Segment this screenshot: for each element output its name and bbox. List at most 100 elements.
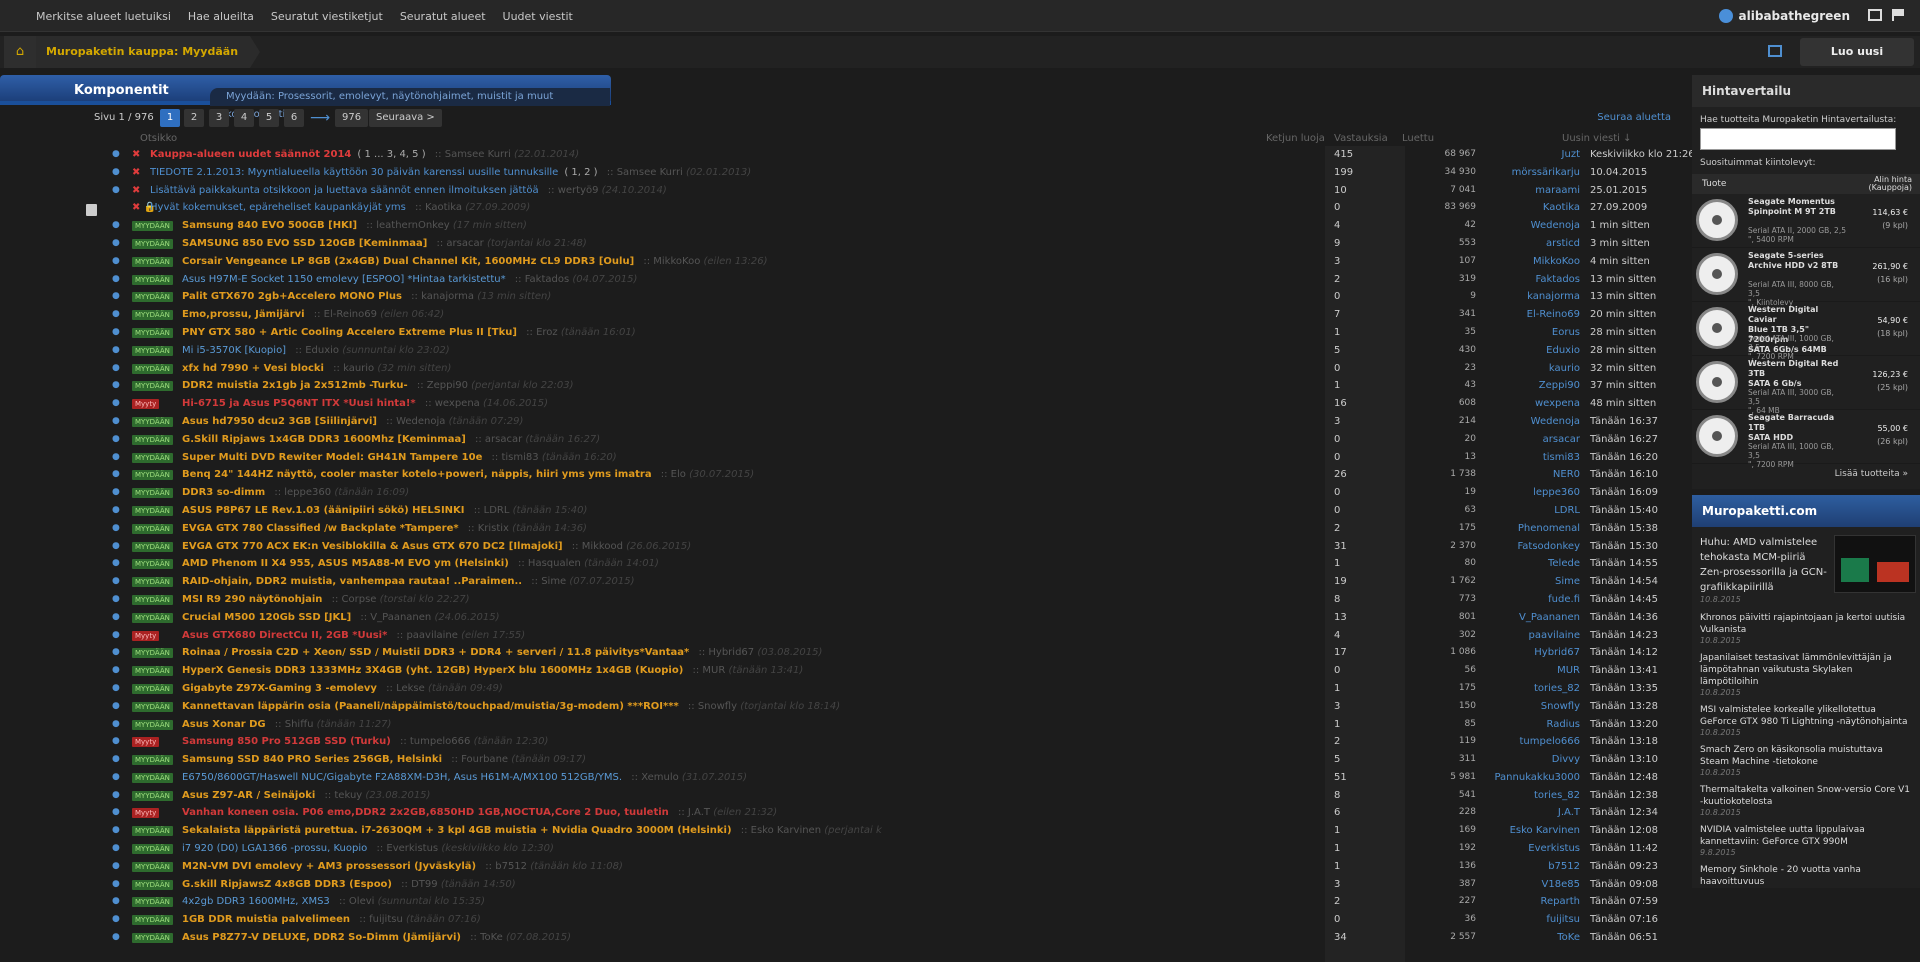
username[interactable]: alibabathegreen bbox=[1739, 9, 1850, 23]
last-post-user[interactable]: Wedenoja bbox=[1531, 217, 1580, 235]
thread-title-text[interactable]: G.Skill Ripjaws 1x4GB DDR3 1600Mhz [Kemi… bbox=[182, 434, 466, 445]
thread-author[interactable]: Wedenoja bbox=[396, 416, 445, 427]
product-item[interactable]: Seagate Barracuda 1TB SATA HDD Serial ATA… bbox=[1692, 410, 1920, 469]
thread-author[interactable]: Corpse bbox=[342, 594, 377, 605]
last-post-user[interactable]: Everkistus bbox=[1528, 840, 1580, 858]
news-headline[interactable]: Smach Zero on käsikonsolia muistuttava S… bbox=[1700, 744, 1912, 768]
thread-starter[interactable]: :: paavilaine (eilen 17:55) bbox=[393, 630, 526, 641]
news-item[interactable]: Khronos päivitti rajapintojaan ja kertoi… bbox=[1700, 612, 1912, 645]
flag-icon[interactable] bbox=[1892, 9, 1906, 21]
thread-author[interactable]: Olevi bbox=[349, 896, 375, 907]
last-post-user[interactable]: ToKe bbox=[1557, 929, 1580, 947]
thread-author[interactable]: Eduxio bbox=[305, 345, 339, 356]
thread-starter[interactable]: :: arsacar (tänään 16:27) bbox=[472, 434, 600, 445]
thread-title-text[interactable]: 1GB DDR muistia palvelimeen bbox=[182, 914, 350, 925]
col-replies[interactable]: Vastauksia bbox=[1334, 133, 1388, 144]
thread-starter[interactable]: :: J.A.T (eilen 21:32) bbox=[675, 807, 777, 818]
last-post-time[interactable]: 4 min sitten bbox=[1590, 253, 1650, 271]
last-post-time[interactable]: 1 min sitten bbox=[1590, 217, 1650, 235]
thread-title-text[interactable]: Benq 24" 144HZ näyttö, cooler master kot… bbox=[182, 469, 652, 480]
user-menu[interactable]: alibabathegreen bbox=[1718, 0, 1850, 32]
last-post-time[interactable]: Tänään 09:08 bbox=[1590, 876, 1658, 894]
product-name[interactable]: Seagate Momentus Spinpoint M 9T 2TB bbox=[1748, 197, 1848, 217]
col-views[interactable]: Luettu bbox=[1402, 133, 1434, 144]
news-headline[interactable]: Japanilaiset testasivat lämmönlevittäjän… bbox=[1700, 652, 1912, 688]
thread-author[interactable]: Fourbane bbox=[461, 754, 508, 765]
last-post-time[interactable]: Tänään 14:23 bbox=[1590, 627, 1658, 645]
thread-starter[interactable]: :: Elo (30.07.2015) bbox=[658, 469, 754, 480]
thread-title[interactable]: Emo,prossu, Jämijärvi :: El-Reino69 (eil… bbox=[182, 306, 444, 324]
thread-title[interactable]: Hi-6715 ja Asus P5Q6NT ITX *Uusi hinta!*… bbox=[182, 395, 548, 413]
thread-title[interactable]: xfx hd 7990 + Vesi blocki :: kaurio (32 … bbox=[182, 360, 451, 378]
news-headline[interactable]: NVIDIA valmistelee uutta lippulaivaa kan… bbox=[1700, 824, 1912, 848]
thread-title-text[interactable]: Corsair Vengeance LP 8GB (2x4GB) Dual Ch… bbox=[182, 256, 634, 267]
last-post-time[interactable]: Tänään 16:20 bbox=[1590, 449, 1658, 467]
thread-title-text[interactable]: Samsung 840 EVO 500GB [HKI] bbox=[182, 220, 357, 231]
last-post-user[interactable]: Zeppi90 bbox=[1539, 377, 1580, 395]
thread-author[interactable]: Zeppi90 bbox=[427, 380, 468, 391]
thread-author[interactable]: tekuy bbox=[334, 790, 362, 801]
thread-title-text[interactable]: HyperX Genesis DDR3 1333MHz 3X4GB (yht. … bbox=[182, 665, 683, 676]
last-post-time[interactable]: 10.04.2015 bbox=[1590, 164, 1647, 182]
last-post-time[interactable]: Tänään 07:16 bbox=[1590, 911, 1658, 929]
thread-author[interactable]: leppe360 bbox=[284, 487, 331, 498]
page-link-4[interactable]: 4 bbox=[234, 109, 254, 127]
thread-author[interactable]: tumpelo666 bbox=[410, 736, 470, 747]
news-item[interactable]: Thermaltakelta valkoinen Snow-versio Cor… bbox=[1700, 784, 1912, 817]
thread-title[interactable]: Asus GTX680 DirectCu II, 2GB *Uusi* :: p… bbox=[182, 627, 525, 645]
last-post-time[interactable]: Tänään 15:30 bbox=[1590, 538, 1658, 556]
news-item[interactable]: Huhu: AMD valmistelee tehokasta MCM-piir… bbox=[1700, 535, 1916, 605]
thread-starter[interactable]: :: El-Reino69 (eilen 06:42) bbox=[311, 309, 444, 320]
thread-starter[interactable]: :: fuijitsu (tänään 07:16) bbox=[356, 914, 481, 925]
thread-starter[interactable]: :: Xemulo (31.07.2015) bbox=[628, 772, 747, 783]
hard-drive-icon[interactable] bbox=[1696, 307, 1738, 349]
last-post-time[interactable]: Tänään 14:55 bbox=[1590, 555, 1658, 573]
last-post-time[interactable]: 28 min sitten bbox=[1590, 324, 1656, 342]
thread-title[interactable]: E6750/8600GT/Haswell NUC/Gigabyte F2A88X… bbox=[182, 769, 747, 787]
last-post-user[interactable]: kanajorma bbox=[1527, 288, 1580, 306]
thread-author[interactable]: kanajorma bbox=[421, 291, 474, 302]
new-thread-button[interactable]: Luo uusi viestiketju bbox=[1800, 38, 1914, 86]
thread-author[interactable]: ToKe bbox=[480, 932, 503, 943]
hard-drive-icon[interactable] bbox=[1696, 199, 1738, 241]
thread-title[interactable]: Asus P8Z77-V DELUXE, DDR2 So-Dimm (Jämij… bbox=[182, 929, 571, 947]
thread-author[interactable]: Kristix bbox=[478, 523, 509, 534]
thread-title[interactable]: ASUS P8P67 LE Rev.1.03 (äänipiiri sökö) … bbox=[182, 502, 587, 520]
last-post-time[interactable]: Tänään 12:38 bbox=[1590, 787, 1658, 805]
thread-starter[interactable]: :: ToKe (07.08.2015) bbox=[467, 932, 571, 943]
thread-title[interactable]: HyperX Genesis DDR3 1333MHz 3X4GB (yht. … bbox=[182, 662, 803, 680]
thread-title[interactable]: Benq 24" 144HZ näyttö, cooler master kot… bbox=[182, 466, 754, 484]
col-starter[interactable]: Ketjun luoja bbox=[1266, 133, 1325, 144]
thread-title-text[interactable]: Palit GTX670 2gb+Accelero MONO Plus bbox=[182, 291, 402, 302]
thread-title-text[interactable]: RAID-ohjain, DDR2 muistia, vanhempaa rau… bbox=[182, 576, 522, 587]
last-post-time[interactable]: Tänään 09:23 bbox=[1590, 858, 1658, 876]
last-post-user[interactable]: Wedenoja bbox=[1531, 413, 1580, 431]
thread-pages[interactable]: ( 1 ... 3, 4, 5 ) bbox=[357, 149, 425, 160]
thread-title[interactable]: DDR3 so-dimm :: leppe360 (tänään 16:09) bbox=[182, 484, 409, 502]
last-post-user[interactable]: Snowfly bbox=[1541, 698, 1580, 716]
news-headline[interactable]: Huhu: AMD valmistelee tehokasta MCM-piir… bbox=[1700, 535, 1830, 595]
thread-title[interactable]: Samsung SSD 840 PRO Series 256GB, Helsin… bbox=[182, 751, 586, 769]
thread-starter[interactable]: :: Lekse (tänään 09:49) bbox=[383, 683, 503, 694]
news-item[interactable]: Memory Sinkhole - 20 vuotta vanha haavoi… bbox=[1700, 864, 1912, 888]
thread-title[interactable]: Sekalaista läppäristä purettua. i7-2630Q… bbox=[182, 822, 882, 840]
last-post-user[interactable]: Kaotika bbox=[1543, 199, 1580, 217]
thread-author[interactable]: Esko Karvinen bbox=[751, 825, 821, 836]
thread-starter[interactable]: :: wertyö9 (24.10.2014) bbox=[545, 185, 667, 196]
page-link-1[interactable]: 1 bbox=[160, 109, 180, 127]
thread-title-text[interactable]: Crucial M500 120Gb SSD [JKL] bbox=[182, 612, 351, 623]
last-post-user[interactable]: Fatsodonkey bbox=[1517, 538, 1580, 556]
last-post-user[interactable]: tories_82 bbox=[1534, 787, 1580, 805]
last-post-user[interactable]: leppe360 bbox=[1533, 484, 1580, 502]
thread-author[interactable]: DT99 bbox=[411, 879, 438, 890]
last-post-time[interactable]: Tänään 13:28 bbox=[1590, 698, 1658, 716]
last-post-user[interactable]: arsticd bbox=[1546, 235, 1580, 253]
thread-author[interactable]: V_Paananen bbox=[370, 612, 431, 623]
thread-starter[interactable]: :: MUR (tänään 13:41) bbox=[689, 665, 803, 676]
thread-author[interactable]: fuijitsu bbox=[369, 914, 403, 925]
product-name[interactable]: Western Digital Red 3TB SATA 6 Gb/s bbox=[1748, 359, 1848, 389]
thread-starter[interactable]: :: MikkoKoo (eilen 13:26) bbox=[640, 256, 767, 267]
thread-author[interactable]: paavilaine bbox=[406, 630, 457, 641]
last-post-user[interactable]: paavilaine bbox=[1529, 627, 1580, 645]
news-thumbnail[interactable] bbox=[1834, 535, 1916, 593]
